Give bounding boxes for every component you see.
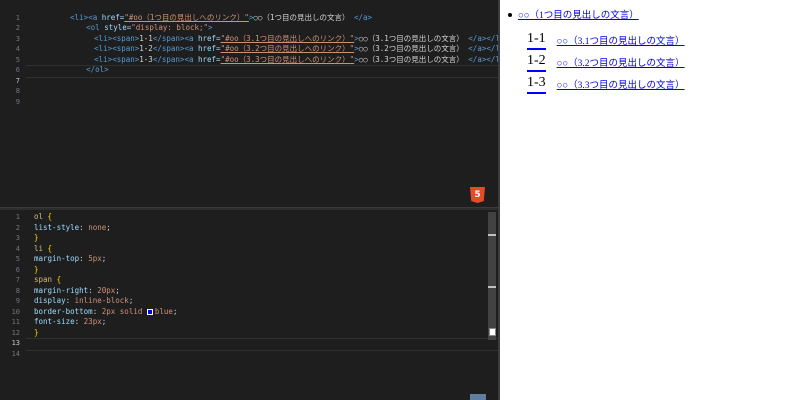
line-number: 9 [15, 97, 20, 106]
code-line: 3} [16, 233, 490, 244]
bullet-icon [508, 12, 512, 17]
code-token: 20px [97, 285, 116, 295]
code-line: 8 margin-right: 20px; [16, 285, 490, 297]
preview-link[interactable]: ○○（3.2つ目の見出しの文言） [557, 55, 685, 69]
code-line: 7 span { [16, 275, 490, 286]
code-line: 8 [16, 76, 490, 95]
line-number: 6 [15, 265, 20, 274]
html5-icon: 5 [470, 187, 485, 203]
color-swatch-icon[interactable] [146, 308, 153, 315]
code-token: { [43, 212, 53, 221]
code-line-active[interactable]: 7 [16, 65, 498, 85]
code-line: 1 ol { [16, 212, 490, 223]
line-number: 4 [15, 45, 20, 53]
code-token: none [88, 222, 107, 232]
css-pane-scrollbar[interactable] [488, 212, 496, 340]
line-number: 11 [11, 318, 20, 326]
code-token: } [34, 264, 39, 274]
code-line: 9 display: inline-block; [16, 296, 490, 307]
code-token: 2px solid [101, 306, 147, 316]
scrollbar-thumb[interactable] [489, 328, 496, 336]
line-number: 10 [11, 307, 20, 316]
code-line: 6} [16, 264, 490, 276]
line-number: 12 [11, 328, 20, 337]
css-code[interactable]: 1 ol { 2 list-style: none; 3} 4 li { 5 margi… [12, 212, 498, 360]
code-token: display [34, 296, 66, 305]
code-token: 23px [83, 317, 102, 326]
number-badge: 1-3 [527, 75, 546, 94]
code-line: 5 margin-top: 5px; [16, 254, 490, 265]
line-number: 7 [15, 276, 20, 284]
number-badge: 1-1 [527, 31, 546, 50]
code-line: 4 <li><span>1-2</span><a href="#oo（3.2つ目の… [16, 34, 498, 53]
code-token: font-size [34, 317, 75, 326]
line-number: 2 [15, 223, 20, 232]
code-line-active[interactable]: 13 [12, 338, 498, 350]
line-number: 8 [15, 286, 20, 295]
line-number: 4 [15, 244, 20, 253]
code-token: li [34, 243, 44, 253]
code-token: { [52, 275, 62, 284]
preview-list-item: ○○（1つ目の見出しの文言） [508, 7, 639, 21]
code-line: 2 <ol style="display: block;"> [16, 13, 490, 32]
line-number: 6 [15, 66, 20, 74]
code-token: } [34, 233, 39, 242]
editor-column: 1 <li><a href="#oo（1つ目の見出しへのリンク）">○○（1つ目の… [0, 0, 498, 400]
line-number: 2 [15, 24, 20, 32]
preview-top-link[interactable]: ○○（1つ目の見出しの文言） [518, 11, 639, 21]
code-line: 9 [16, 86, 490, 106]
preview-list-item: 1-2 ○○（3.2つ目の見出しの文言） [527, 52, 685, 72]
code-token: 5px [88, 254, 102, 263]
code-token: } [34, 327, 39, 337]
code-token: inline-block [74, 296, 129, 305]
line-number: 1 [15, 213, 20, 221]
code-token: { [43, 243, 53, 253]
code-line: 3 <li><span>1-1</span><a href="#oo（3.1つ目の… [16, 23, 498, 43]
preview-link[interactable]: ○○（3.3つ目の見出しの文言） [557, 77, 685, 91]
line-number: 5 [15, 55, 20, 64]
code-token: margin-right [34, 285, 89, 295]
line-number: 7 [15, 76, 20, 85]
line-number: 8 [15, 87, 20, 95]
code-line: 14 [12, 349, 490, 360]
html-editor-pane[interactable]: 1 <li><a href="#oo（1つ目の見出しへのリンク）">○○（1つ目の… [0, 0, 498, 208]
code-line: 5 <li><span>1-3</span><a href="#oo（3.3つ目の… [16, 44, 498, 64]
code-line: 6 </ol> [16, 55, 490, 74]
code-token: span [34, 275, 53, 284]
line-number: 3 [15, 234, 20, 242]
preview-pane: ○○（1つ目の見出しの文言） 1-1 ○○（3.1つ目の見出しの文言） 1-2 ○○… [500, 0, 800, 400]
css-editor-pane[interactable]: 1 ol { 2 list-style: none; 3} 4 li { 5 margi… [0, 210, 498, 400]
html-code[interactable]: 1 <li><a href="#oo（1つ目の見出しへのリンク）">○○（1つ目の… [16, 2, 498, 106]
code-token: ol [34, 212, 44, 221]
status-indicator [470, 394, 486, 400]
scrollbar-marker [488, 286, 496, 288]
code-line: 12} [12, 327, 490, 339]
code-token: margin-top [34, 254, 80, 263]
line-number: 1 [15, 13, 20, 22]
line-number: 13 [11, 339, 20, 347]
code-line: 4 li { [16, 243, 490, 255]
line-number: 5 [15, 255, 20, 263]
preview-link[interactable]: ○○（3.1つ目の見出しの文言） [557, 33, 685, 47]
preview-list-item: 1-1 ○○（3.1つ目の見出しの文言） [527, 30, 685, 50]
code-line: 2 list-style: none; [16, 222, 490, 234]
line-number: 3 [15, 34, 20, 43]
line-number: 14 [11, 349, 20, 358]
line-number: 9 [15, 297, 20, 305]
code-token: border-bottom [34, 306, 93, 316]
scrollbar-marker [488, 234, 496, 236]
preview-list-item: 1-3 ○○（3.3つ目の見出しの文言） [527, 74, 685, 94]
number-badge: 1-2 [527, 53, 546, 72]
code-line: 10 border-bottom: 2px solid blue; [12, 306, 490, 318]
code-token: list-style [34, 222, 80, 232]
code-line: 1 <li><a href="#oo（1つ目の見出しへのリンク）">○○（1つ目の… [16, 2, 490, 22]
code-line: 11 font-size: 23px; [12, 317, 490, 328]
code-token: blue [154, 306, 173, 316]
